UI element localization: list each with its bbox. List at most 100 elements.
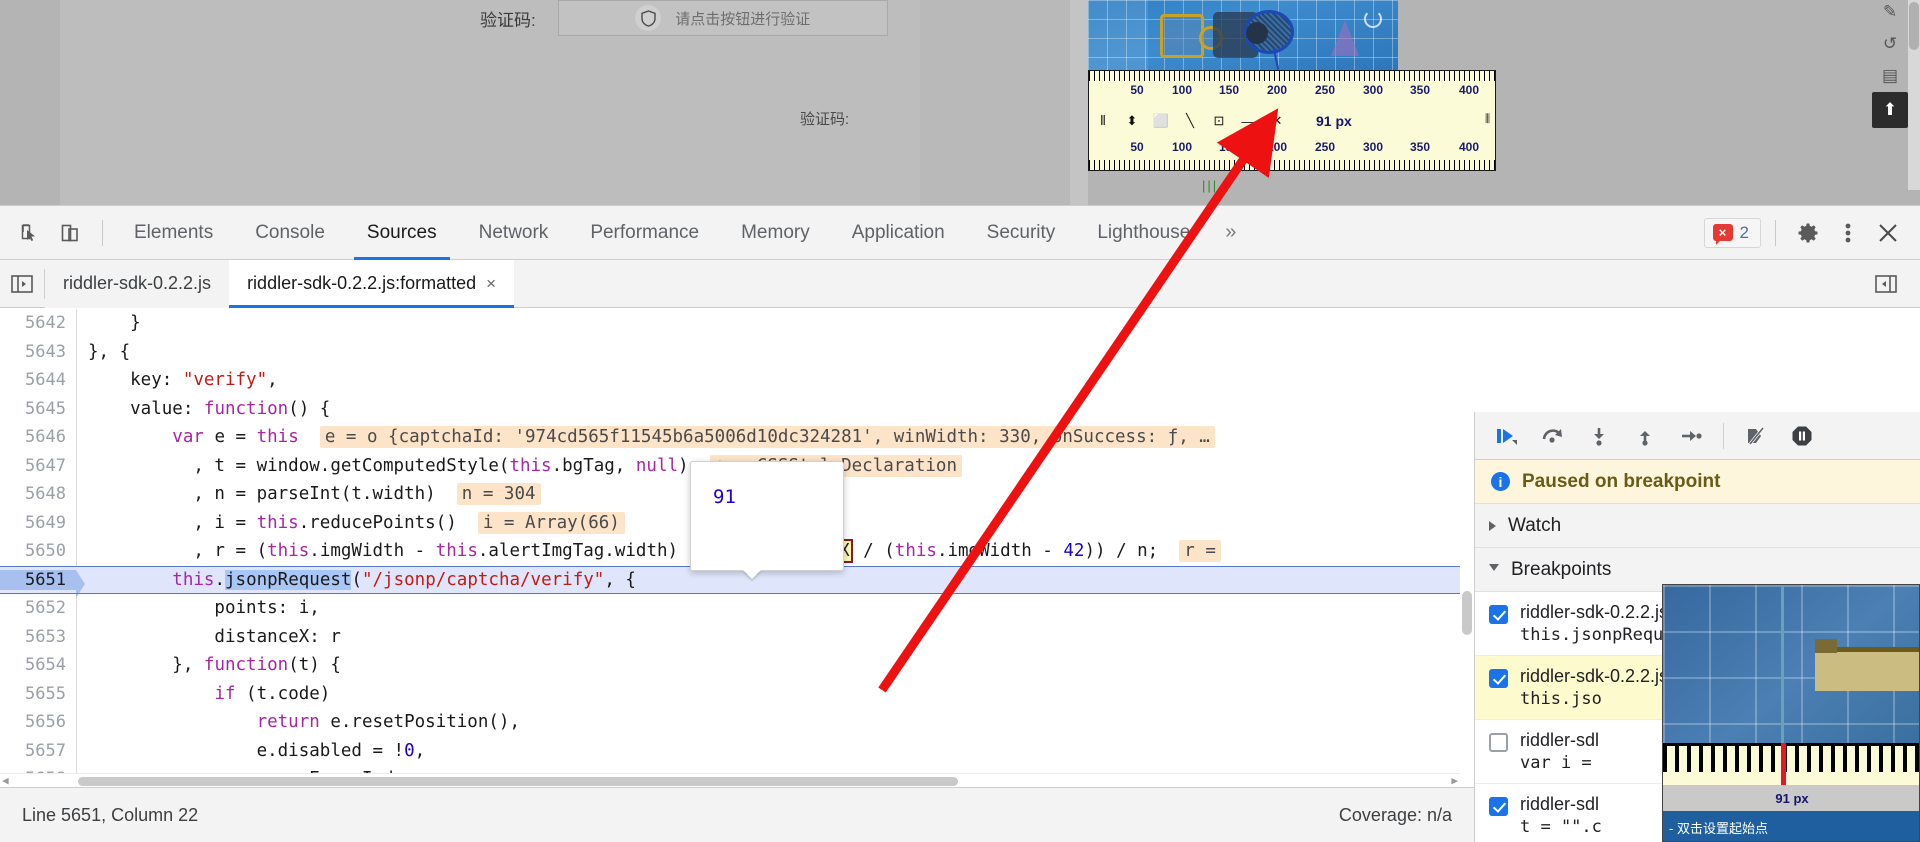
line-number[interactable]: 5653 [0, 627, 76, 647]
line-number[interactable]: 5649 [0, 513, 76, 533]
code-line-text: e.disabled = !0, [76, 740, 426, 761]
code-line[interactable]: 5652 points: i, [0, 594, 1474, 623]
editor-vertical-scrollbar[interactable] [1460, 309, 1474, 787]
line-number[interactable]: 5650 [0, 541, 76, 561]
resume-script-icon[interactable] [1487, 416, 1527, 456]
scroll-right-icon[interactable]: ▶ [1451, 774, 1458, 787]
code-token: value: [88, 398, 204, 419]
ruler-toolbar[interactable]: ⫴ ⬍ ⬜ ╲ ⊡ — ✕ 91 px [1089, 106, 1495, 136]
minimize-icon[interactable]: — [1240, 113, 1256, 129]
page-content: 验证码: 请点击按钮进行验证 验证码: [60, 0, 920, 205]
chevron-right-icon [1489, 520, 1496, 531]
tab-lighthouse[interactable]: Lighthouse [1076, 206, 1211, 260]
code-line[interactable]: 5654 }, function(t) { [0, 651, 1474, 680]
page-scrollbar-thumb[interactable] [1909, 2, 1919, 50]
close-icon[interactable]: × [486, 274, 496, 294]
show-navigator-icon[interactable] [0, 260, 44, 308]
captcha-image[interactable] [1088, 0, 1398, 70]
ruler-tick-1: 100 [1171, 83, 1193, 97]
section-watch[interactable]: Watch [1475, 504, 1920, 548]
pause-on-exceptions-icon[interactable] [1782, 416, 1822, 456]
line-number[interactable]: 5654 [0, 655, 76, 675]
error-count-badge[interactable]: × 2 [1703, 217, 1761, 248]
code-line[interactable]: 5645 value: function() { [0, 395, 1474, 424]
line-number[interactable]: 5643 [0, 342, 76, 362]
gear-icon[interactable] [1790, 215, 1826, 251]
line-number[interactable]: 5648 [0, 484, 76, 504]
crop-icon[interactable]: ⬜ [1153, 113, 1169, 129]
breakpoint-checkbox[interactable] [1489, 733, 1508, 752]
step-over-icon[interactable] [1533, 416, 1573, 456]
tab-memory[interactable]: Memory [720, 206, 831, 260]
editor-vertical-scroll-thumb[interactable] [1462, 591, 1472, 635]
tab-network[interactable]: Network [458, 206, 570, 260]
resize-vertical-icon[interactable]: ⬍ [1124, 113, 1140, 129]
line-number[interactable]: 5647 [0, 456, 76, 476]
diagonal-icon[interactable]: ╲ [1182, 113, 1198, 129]
tab-performance[interactable]: Performance [569, 206, 720, 260]
breakpoint-checkbox[interactable] [1489, 605, 1508, 624]
line-number[interactable]: 5655 [0, 684, 76, 704]
more-tabs-icon[interactable]: » [1211, 206, 1250, 260]
step-icon[interactable] [1671, 416, 1711, 456]
history-icon[interactable]: ↺ [1872, 26, 1908, 62]
more-vertical-icon[interactable] [1830, 215, 1866, 251]
editor-horizontal-scroll-thumb[interactable] [78, 777, 958, 786]
code-line[interactable]: 5653 distanceX: r [0, 623, 1474, 652]
code-token: }, [88, 655, 204, 676]
refresh-icon[interactable] [1364, 10, 1382, 28]
tab-console[interactable]: Console [234, 206, 346, 260]
close-icon[interactable] [1870, 215, 1906, 251]
captcha-button[interactable]: 请点击按钮进行验证 [557, 0, 888, 36]
line-number[interactable]: 5644 [0, 370, 76, 390]
ruler-ticks-top-major [1089, 71, 1495, 77]
code-editor[interactable]: 5642 } 5643}, {5644 key: "verify", 5645 va… [0, 309, 1474, 787]
code-line[interactable]: 5642 } [0, 309, 1474, 338]
show-debugger-icon[interactable] [1864, 260, 1908, 308]
tab-security[interactable]: Security [966, 206, 1077, 260]
code-token: 0 [404, 740, 415, 761]
tab-elements[interactable]: Elements [113, 206, 234, 260]
upload-icon[interactable]: ⬆ [1872, 92, 1908, 128]
align-left-icon[interactable]: ⫴ [1095, 113, 1111, 129]
inspect-element-icon[interactable] [12, 215, 48, 251]
code-line[interactable]: 5655 if (t.code) [0, 680, 1474, 709]
line-number[interactable]: 5656 [0, 712, 76, 732]
line-number[interactable]: 5646 [0, 427, 76, 447]
editor-horizontal-scrollbar[interactable]: ◀ ▶ [0, 773, 1460, 787]
screen-ruler-overlay[interactable]: 50 100 150 200 250 300 350 400 ⫴ ⬍ ⬜ ╲ ⊡… [1088, 70, 1496, 171]
code-token: "verify" [182, 370, 268, 391]
cursor-position-label: Line 5651, Column 22 [22, 804, 199, 825]
page-scrollbar[interactable] [1908, 0, 1920, 190]
align-right-icon[interactable]: ⫼ [1485, 113, 1490, 126]
line-number[interactable]: 5651 [0, 569, 85, 598]
close-icon[interactable]: ✕ [1269, 113, 1285, 129]
code-token: if [214, 683, 236, 704]
code-line[interactable]: 5646 var e = this e = o {captchaId: '974… [0, 423, 1474, 452]
line-number[interactable]: 5645 [0, 399, 76, 419]
code-line[interactable]: 5643}, { [0, 338, 1474, 367]
code-line[interactable]: 5657 e.disabled = !0, [0, 737, 1474, 766]
step-out-icon[interactable] [1625, 416, 1665, 456]
captcha-label: 验证码: [480, 10, 536, 30]
device-toolbar-icon[interactable] [52, 215, 88, 251]
scroll-left-icon[interactable]: ◀ [2, 774, 9, 787]
step-into-icon[interactable] [1579, 416, 1619, 456]
file-tab-riddler-sdk-formatted[interactable]: riddler-sdk-0.2.2.js:formatted × [229, 259, 515, 308]
snapshot-icon[interactable]: ⊡ [1211, 113, 1227, 129]
line-number[interactable]: 5642 [0, 313, 76, 333]
tab-sources[interactable]: Sources [346, 206, 458, 260]
code-line[interactable]: 5644 key: "verify", [0, 366, 1474, 395]
line-number[interactable]: 5657 [0, 741, 76, 761]
breakpoint-checkbox[interactable] [1489, 669, 1508, 688]
code-line[interactable]: 5656 return e.resetPosition(), [0, 708, 1474, 737]
line-number[interactable]: 5652 [0, 598, 76, 618]
deactivate-breakpoints-icon[interactable] [1736, 416, 1776, 456]
tab-application[interactable]: Application [831, 206, 966, 260]
code-token: function [203, 398, 289, 419]
clipboard-icon[interactable]: ▤ [1872, 58, 1908, 94]
file-tab-riddler-sdk[interactable]: riddler-sdk-0.2.2.js [45, 259, 230, 308]
chevron-down-icon [1489, 563, 1499, 576]
breakpoint-checkbox[interactable] [1489, 797, 1508, 816]
section-breakpoints-label: Breakpoints [1511, 558, 1612, 580]
